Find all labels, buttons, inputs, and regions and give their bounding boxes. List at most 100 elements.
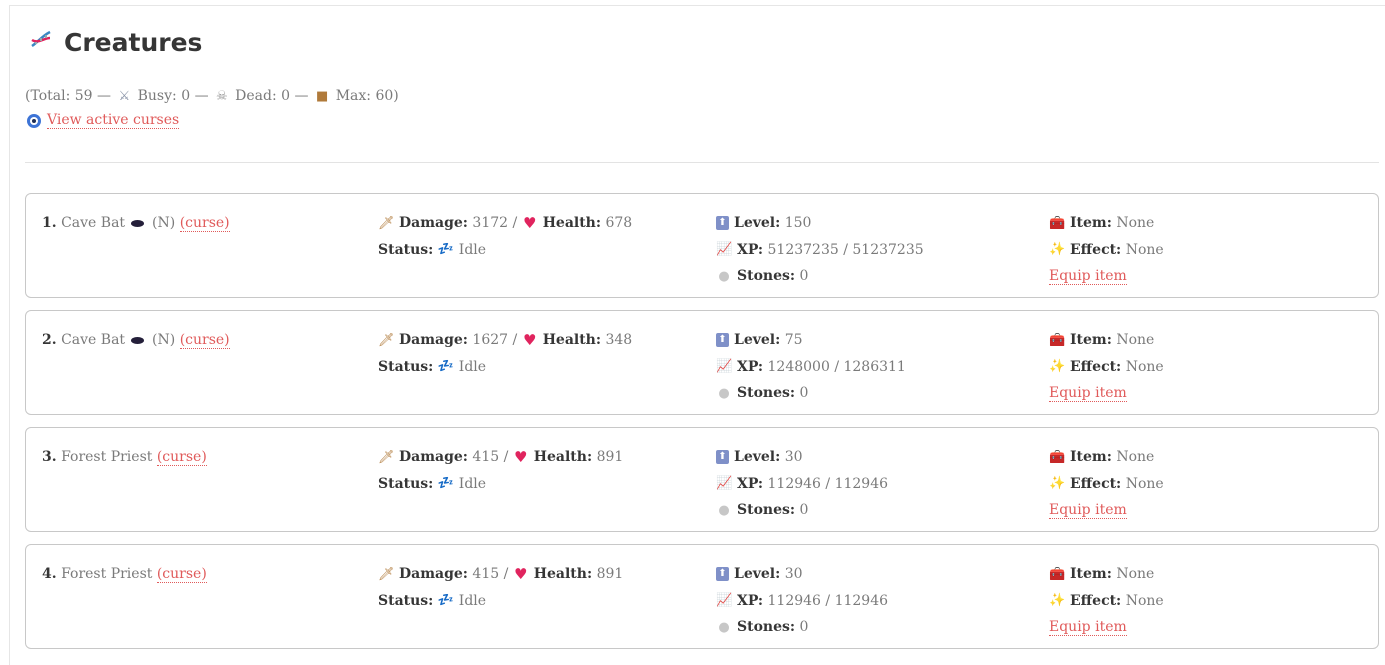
effect-label: Effect: — [1070, 358, 1122, 375]
damage-label: Damage: — [399, 566, 468, 583]
creature-card: 2. Cave Bat (N) (curse) 🗡 Damage: 1627 / ♥… — [25, 310, 1379, 415]
curse-link[interactable]: (curse) — [156, 449, 207, 466]
stones-value: 0 — [799, 268, 809, 285]
heart-icon: ♥ — [522, 214, 537, 233]
creature-identity: 2. Cave Bat (N) (curse) — [42, 327, 230, 354]
health-value: 678 — [605, 215, 633, 232]
creature-equipment: 🧰 Item: None ✨ Effect: None Equip item — [1049, 210, 1164, 290]
rock-icon: ● — [718, 268, 730, 284]
sparkles-icon: ✨ — [1049, 476, 1066, 492]
creature-equipment: 🧰 Item: None ✨ Effect: None Equip item — [1049, 561, 1164, 641]
creature-combat: 🗡 Damage: 3172 / ♥ Health: 678 Status: 💤 Id… — [378, 210, 632, 263]
curse-link[interactable]: (curse) — [179, 215, 230, 232]
evil-eye-icon — [27, 113, 41, 128]
item-label: Item: — [1070, 566, 1112, 583]
view-active-curses-link[interactable]: View active curses — [47, 112, 180, 129]
summary-dead: 0 — [281, 88, 291, 104]
page-title-row: Creatures — [28, 26, 202, 58]
summary-dead-label: Dead: — [235, 88, 277, 104]
up-arrow-icon: ⬆ — [716, 216, 729, 231]
xp-label: XP: — [737, 592, 764, 609]
curse-link[interactable]: (curse) — [156, 566, 207, 583]
status-label: Status: — [378, 358, 434, 375]
sparkles-icon: ✨ — [1049, 593, 1066, 609]
creature-name: Cave Bat — [61, 215, 126, 232]
item-value: None — [1116, 449, 1155, 466]
summary-max-label: Max: — [335, 88, 371, 104]
level-value: 30 — [784, 566, 803, 583]
status-label: Status: — [378, 241, 434, 258]
equip-item-link[interactable]: Equip item — [1049, 502, 1127, 519]
stones-label: Stones: — [737, 502, 796, 519]
divider — [25, 162, 1379, 163]
equip-item-link[interactable]: Equip item — [1049, 268, 1127, 285]
creature-index: 2. — [42, 332, 57, 349]
dagger-icon: 🗡 — [378, 215, 395, 231]
stones-label: Stones: — [737, 619, 796, 636]
creature-progress: ⬆ Level: 30 📈 XP: 112946 / 112946 ● Stones:… — [716, 444, 888, 524]
item-label: Item: — [1070, 332, 1112, 349]
summary-max: 60 — [375, 88, 394, 104]
rock-icon: ● — [718, 502, 730, 518]
health-label: Health: — [533, 449, 593, 466]
summary-sep: — — [97, 88, 112, 104]
equip-item-link[interactable]: Equip item — [1049, 619, 1127, 636]
damage-value: 415 — [472, 566, 500, 583]
status-value: Idle — [458, 241, 487, 258]
health-label: Health: — [542, 332, 602, 349]
page-title: Creatures — [64, 27, 203, 57]
creature-index: 1. — [42, 215, 57, 232]
chart-increasing-icon: 📈 — [716, 242, 733, 258]
creature-combat: 🗡 Damage: 1627 / ♥ Health: 348 Status: 💤 Id… — [378, 327, 632, 380]
stones-value: 0 — [799, 619, 809, 636]
health-label: Health: — [542, 215, 602, 232]
separator: / — [503, 449, 509, 466]
effect-label: Effect: — [1070, 241, 1122, 258]
health-value: 891 — [596, 449, 624, 466]
toolbox-icon: 🧰 — [1049, 215, 1066, 231]
creature-summary: (Total: 59 — ⚔ Busy: 0 — ☠ Dead: 0 — ■ M… — [25, 88, 399, 104]
up-arrow-icon: ⬆ — [716, 333, 729, 348]
stones-value: 0 — [799, 502, 809, 519]
equip-item-link[interactable]: Equip item — [1049, 385, 1127, 402]
effect-value: None — [1125, 241, 1164, 258]
creature-identity: 4. Forest Priest (curse) — [42, 561, 207, 588]
xp-value: 1248000 / 1286311 — [767, 358, 906, 375]
damage-label: Damage: — [399, 215, 468, 232]
health-value: 348 — [605, 332, 633, 349]
effect-value: None — [1125, 592, 1164, 609]
summary-open: (Total: — [25, 88, 71, 104]
hole-icon — [131, 336, 145, 344]
curse-link[interactable]: (curse) — [179, 332, 230, 349]
chart-increasing-icon: 📈 — [716, 359, 733, 375]
creature-progress: ⬆ Level: 75 📈 XP: 1248000 / 1286311 ● Stone… — [716, 327, 906, 407]
creature-name: Forest Priest — [61, 566, 153, 583]
creature-list: 1. Cave Bat (N) (curse) 🗡 Damage: 3172 / ♥… — [25, 193, 1379, 661]
effect-value: None — [1125, 475, 1164, 492]
creature-index: 3. — [42, 449, 57, 466]
creature-index: 4. — [42, 566, 57, 583]
toolbox-icon: 🧰 — [1049, 566, 1066, 582]
creature-tag: (N) — [152, 215, 176, 232]
stones-value: 0 — [799, 385, 809, 402]
sleep-icon: 💤 — [437, 242, 454, 258]
dagger-icon: 🗡 — [378, 332, 395, 348]
level-label: Level: — [734, 449, 781, 466]
summary-busy-label: Busy: — [137, 88, 177, 104]
creature-tag: (N) — [152, 332, 176, 349]
creature-combat: 🗡 Damage: 415 / ♥ Health: 891 Status: 💤 Idl… — [378, 444, 623, 497]
creature-progress: ⬆ Level: 30 📈 XP: 112946 / 112946 ● Stones:… — [716, 561, 888, 641]
level-label: Level: — [734, 566, 781, 583]
summary-sep: — — [294, 88, 309, 104]
level-value: 30 — [784, 449, 803, 466]
damage-value: 3172 — [472, 215, 509, 232]
separator: / — [503, 566, 509, 583]
separator: / — [512, 332, 518, 349]
effect-value: None — [1125, 358, 1164, 375]
item-value: None — [1116, 566, 1155, 583]
damage-value: 1627 — [472, 332, 509, 349]
dagger-icon: 🗡 — [378, 566, 395, 582]
dagger-icon: 🗡 — [378, 449, 395, 465]
item-value: None — [1116, 332, 1155, 349]
sleep-icon: 💤 — [437, 593, 454, 609]
